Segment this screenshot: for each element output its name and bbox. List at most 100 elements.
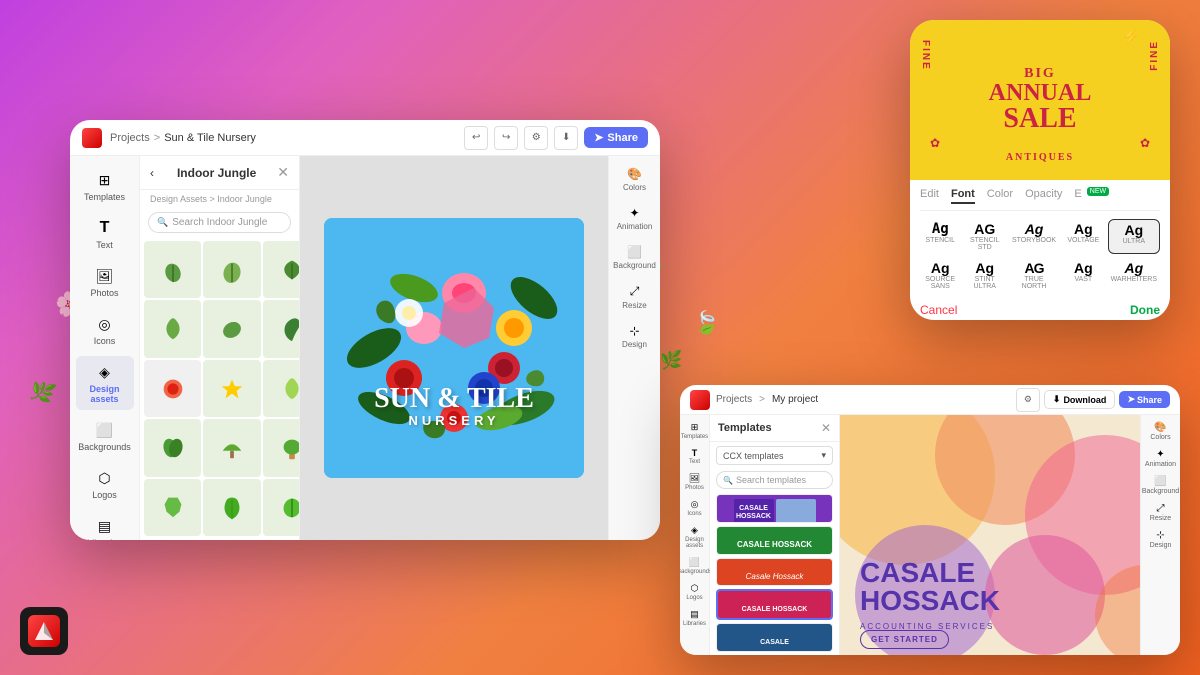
search-icon: 🔍: [157, 217, 168, 228]
panel-item-templates[interactable]: ⊞ Templates: [76, 164, 134, 208]
canvas-main-text: Sun & Tile Nursery: [324, 385, 584, 428]
rp-background[interactable]: ⬜ Background: [1143, 473, 1179, 498]
font-item-source-sans[interactable]: Ag SOURCE SANS: [920, 258, 960, 293]
share-button-rt[interactable]: ➤ Share: [1119, 391, 1170, 408]
get-started-btn[interactable]: GET STARTED: [860, 630, 949, 649]
breadcrumb-right-current[interactable]: My project: [772, 394, 818, 405]
rt-sidebar-templates[interactable]: ⊞ Templates: [681, 419, 709, 443]
rp-colors-icon: 🎨: [1154, 422, 1166, 433]
tablet-right-body: ⊞ Templates T Text 🖼 Photos ◎ Icons ◈ De…: [680, 415, 1180, 655]
panel-item-design-assets[interactable]: ◈ Design assets: [76, 356, 134, 410]
font-item-stint-ultra[interactable]: Ag STINT ULTRA: [964, 258, 1005, 293]
rp-resize[interactable]: ⤢ Resize: [1143, 500, 1179, 525]
font-name: SOURCE SANS: [923, 276, 957, 290]
asset-item[interactable]: [263, 241, 299, 298]
right-bar-background[interactable]: ⬜ Background: [613, 240, 657, 275]
template-item-4[interactable]: CASALE HOSSACK: [716, 589, 833, 620]
download-btn[interactable]: ⬇: [554, 126, 578, 150]
panel-item-icons[interactable]: ◎ Icons: [76, 308, 134, 352]
font-char: Ag: [1074, 261, 1093, 275]
templates-dropdown[interactable]: CCX templates ▾: [716, 446, 833, 465]
templates-close-btn[interactable]: ✕: [821, 421, 831, 435]
right-bar-design[interactable]: ⊹ Design: [613, 319, 657, 354]
font-item-stencil[interactable]: Ag STENCIL: [920, 219, 960, 254]
download-button-rt[interactable]: ⬇ Download: [1044, 390, 1116, 409]
template-item-1[interactable]: CASALEHOSSACK: [716, 494, 833, 523]
right-bar-animation[interactable]: ✦ Animation: [613, 201, 657, 236]
template-item-3[interactable]: Casale Hossack: [716, 558, 833, 587]
asset-item[interactable]: [203, 360, 260, 417]
canvas-content[interactable]: Sun & Tile Nursery: [324, 218, 584, 478]
asset-item[interactable]: [144, 241, 201, 298]
font-name: VAST: [1074, 276, 1092, 283]
breadcrumb-current[interactable]: Sun & Tile Nursery: [164, 132, 256, 144]
panel-item-photos[interactable]: 🖼 Photos: [76, 260, 134, 304]
panel-item-libraries[interactable]: ▤ Libraries: [76, 510, 134, 540]
tab-extra[interactable]: E NEW: [1074, 188, 1109, 204]
asset-item[interactable]: [203, 419, 260, 476]
right-bar-colors[interactable]: 🎨 Colors: [613, 162, 657, 197]
tab-opacity[interactable]: Opacity: [1025, 188, 1062, 204]
assets-back-icon[interactable]: ‹: [150, 166, 154, 180]
rp-resize-icon: ⤢: [1157, 503, 1165, 514]
redo-btn[interactable]: ↪: [494, 126, 518, 150]
font-item-vast[interactable]: Ag VAST: [1063, 258, 1104, 293]
asset-item[interactable]: [203, 241, 260, 298]
panel-item-text[interactable]: T Text: [76, 212, 134, 256]
asset-item[interactable]: [144, 479, 201, 536]
asset-item[interactable]: [203, 479, 260, 536]
panel-label-templates: Templates: [84, 192, 125, 202]
rp-animation[interactable]: ✦ Animation: [1143, 446, 1179, 471]
asset-item[interactable]: [144, 300, 201, 357]
font-item-warheiters[interactable]: Ag WARHEITERS: [1108, 258, 1160, 293]
panel-item-backgrounds[interactable]: ⬜ Backgrounds: [76, 414, 134, 458]
asset-item[interactable]: [263, 479, 299, 536]
font-name: VOLTAGE: [1067, 237, 1099, 244]
rt-libraries-label: Libraries: [683, 621, 706, 627]
breadcrumb-right-projects[interactable]: Projects: [716, 394, 752, 405]
share-button[interactable]: ➤ Share: [584, 127, 648, 148]
font-item-true-north[interactable]: AG TRUE NORTH: [1009, 258, 1059, 293]
asset-item[interactable]: [263, 360, 299, 417]
done-button[interactable]: Done: [1130, 303, 1160, 317]
font-item-stencil-std[interactable]: AG STENCIL STD: [964, 219, 1005, 254]
rp-colors[interactable]: 🎨 Colors: [1143, 419, 1179, 444]
rt-sidebar-libraries[interactable]: ▤ Libraries: [681, 606, 709, 630]
assets-search-bar[interactable]: 🔍 Search Indoor Jungle: [148, 212, 291, 233]
phone-mockup: FINE FINE BIG ANNUAL SALE ANTIQUES ⚡ ✿ ✿…: [910, 20, 1170, 320]
breadcrumb-projects[interactable]: Projects: [110, 132, 150, 144]
asset-item[interactable]: [144, 419, 201, 476]
settings-icon-rt[interactable]: ⚙: [1016, 388, 1040, 412]
cancel-button[interactable]: Cancel: [920, 303, 957, 317]
font-item-storybook[interactable]: Ag STORYBOOK: [1009, 219, 1059, 254]
template-item-2[interactable]: CASALE HOSSACK: [716, 526, 833, 555]
canvas-area[interactable]: Sun & Tile Nursery: [300, 156, 608, 540]
right-bar-resize[interactable]: ⤢ Resize: [613, 279, 657, 315]
rt-sidebar-icons[interactable]: ◎ Icons: [681, 496, 709, 520]
templates-search[interactable]: 🔍 Search templates: [716, 471, 833, 489]
rt-sidebar-logos[interactable]: ⬡ Logos: [681, 580, 709, 604]
rt-sidebar-text[interactable]: T Text: [681, 445, 709, 468]
tab-color[interactable]: Color: [987, 188, 1013, 204]
assets-close-btn[interactable]: ✕: [277, 164, 289, 181]
icons-icon: ◎: [95, 314, 115, 334]
asset-item[interactable]: [144, 360, 201, 417]
template-item-5[interactable]: CASALE: [716, 623, 833, 652]
canvas-right-main[interactable]: CH + − CASALEHOSSACK ACCOUNTING S: [840, 415, 1140, 655]
tab-edit[interactable]: Edit: [920, 188, 939, 204]
rt-sidebar-photos[interactable]: 🖼 Photos: [681, 470, 709, 494]
templates-list: CASALEHOSSACK CASALE HOSSACK Casale Hoss…: [710, 491, 839, 655]
settings-btn[interactable]: ⚙: [524, 126, 548, 150]
asset-item[interactable]: [203, 300, 260, 357]
rt-sidebar-backgrounds[interactable]: ⬜ Backgrounds: [681, 554, 709, 578]
font-name: ULTRA: [1123, 238, 1145, 245]
rt-sidebar-design[interactable]: ◈ Design assets: [681, 522, 709, 552]
panel-item-logos[interactable]: ⬡ Logos: [76, 462, 134, 506]
asset-item[interactable]: [263, 300, 299, 357]
font-item-ultra[interactable]: Ag ULTRA: [1108, 219, 1160, 254]
rp-design[interactable]: ⊹ Design: [1143, 527, 1179, 552]
undo-btn[interactable]: ↩: [464, 126, 488, 150]
tab-font[interactable]: Font: [951, 188, 975, 204]
font-item-voltage[interactable]: Ag VOLTAGE: [1063, 219, 1104, 254]
asset-item[interactable]: [263, 419, 299, 476]
